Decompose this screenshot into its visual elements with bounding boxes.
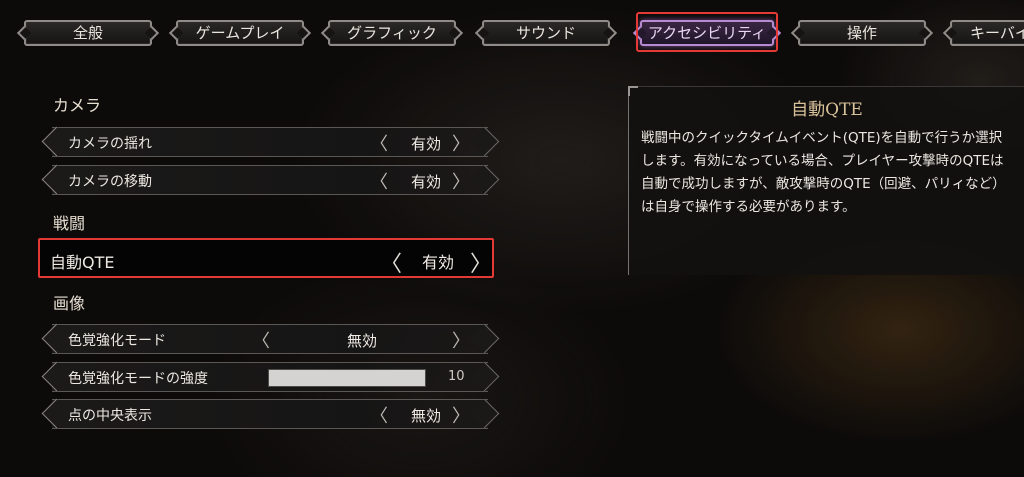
- arrow-left-icon[interactable]: 〈: [252, 327, 270, 353]
- strength-slider[interactable]: [268, 369, 426, 387]
- setting-dot-center-display[interactable]: 点の中央表示 〈 無効 〉: [52, 399, 488, 429]
- tab-graphics[interactable]: グラフィック: [328, 20, 456, 46]
- setting-label: 点の中央表示: [68, 408, 152, 424]
- slider-value: 10: [448, 369, 465, 384]
- setting-color-enhance-mode[interactable]: 色覚強化モード 〈 無効 〉: [52, 324, 488, 354]
- setting-label: カメラの揺れ: [68, 136, 152, 152]
- tab-gameplay[interactable]: ゲームプレイ: [176, 20, 304, 46]
- tab-keybind[interactable]: キーバイ: [950, 20, 1024, 46]
- setting-value: 無効: [346, 332, 377, 350]
- tab-controls[interactable]: 操作: [798, 20, 926, 46]
- setting-value: 有効: [421, 253, 454, 272]
- description-panel: 自動QTE 戦闘中のクイックタイムイベント(QTE)を自動で行うか選択します。有…: [628, 86, 1024, 275]
- setting-camera-shake[interactable]: カメラの揺れ 〈 有効 〉: [52, 127, 488, 157]
- setting-auto-qte[interactable]: 自動QTE 〈 有効 〉: [38, 238, 494, 278]
- setting-label: 色覚強化モードの強度: [68, 371, 208, 387]
- tab-sound[interactable]: サウンド: [482, 20, 610, 46]
- arrow-right-icon[interactable]: 〉: [452, 168, 470, 194]
- description-body: 戦闘中のクイックタイムイベント(QTE)を自動で行うか選択します。有効になってい…: [641, 130, 1006, 215]
- setting-value: 有効: [410, 173, 441, 191]
- section-title-camera: カメラ: [53, 96, 102, 115]
- setting-label: 色覚強化モード: [68, 333, 166, 349]
- arrow-left-icon[interactable]: 〈: [370, 130, 388, 156]
- setting-value: 有効: [410, 135, 441, 153]
- arrow-left-icon[interactable]: 〈: [370, 402, 388, 428]
- setting-label: カメラの移動: [68, 174, 152, 190]
- setting-value: 無効: [410, 407, 441, 425]
- setting-camera-movement[interactable]: カメラの移動 〈 有効 〉: [52, 165, 488, 195]
- arrow-right-icon[interactable]: 〉: [452, 402, 470, 428]
- arrow-left-icon[interactable]: 〈: [370, 168, 388, 194]
- arrow-right-icon[interactable]: 〉: [452, 327, 470, 353]
- settings-tab-bar: 全般 ゲームプレイ グラフィック サウンド アクセシビリティ 操作 キーバイ: [0, 16, 1024, 52]
- section-title-combat: 戦闘: [53, 214, 86, 233]
- setting-color-enhance-strength[interactable]: 色覚強化モードの強度 10: [52, 362, 488, 392]
- description-title: 自動QTE: [791, 100, 863, 120]
- active-tab-highlight: [636, 12, 778, 52]
- tab-general[interactable]: 全般: [24, 20, 152, 46]
- arrow-right-icon[interactable]: 〉: [470, 246, 492, 278]
- section-title-image: 画像: [53, 294, 86, 313]
- setting-label: 自動QTE: [50, 253, 115, 272]
- arrow-right-icon[interactable]: 〉: [452, 130, 470, 156]
- arrow-left-icon[interactable]: 〈: [380, 246, 402, 278]
- strength-slider-fill: [269, 370, 425, 386]
